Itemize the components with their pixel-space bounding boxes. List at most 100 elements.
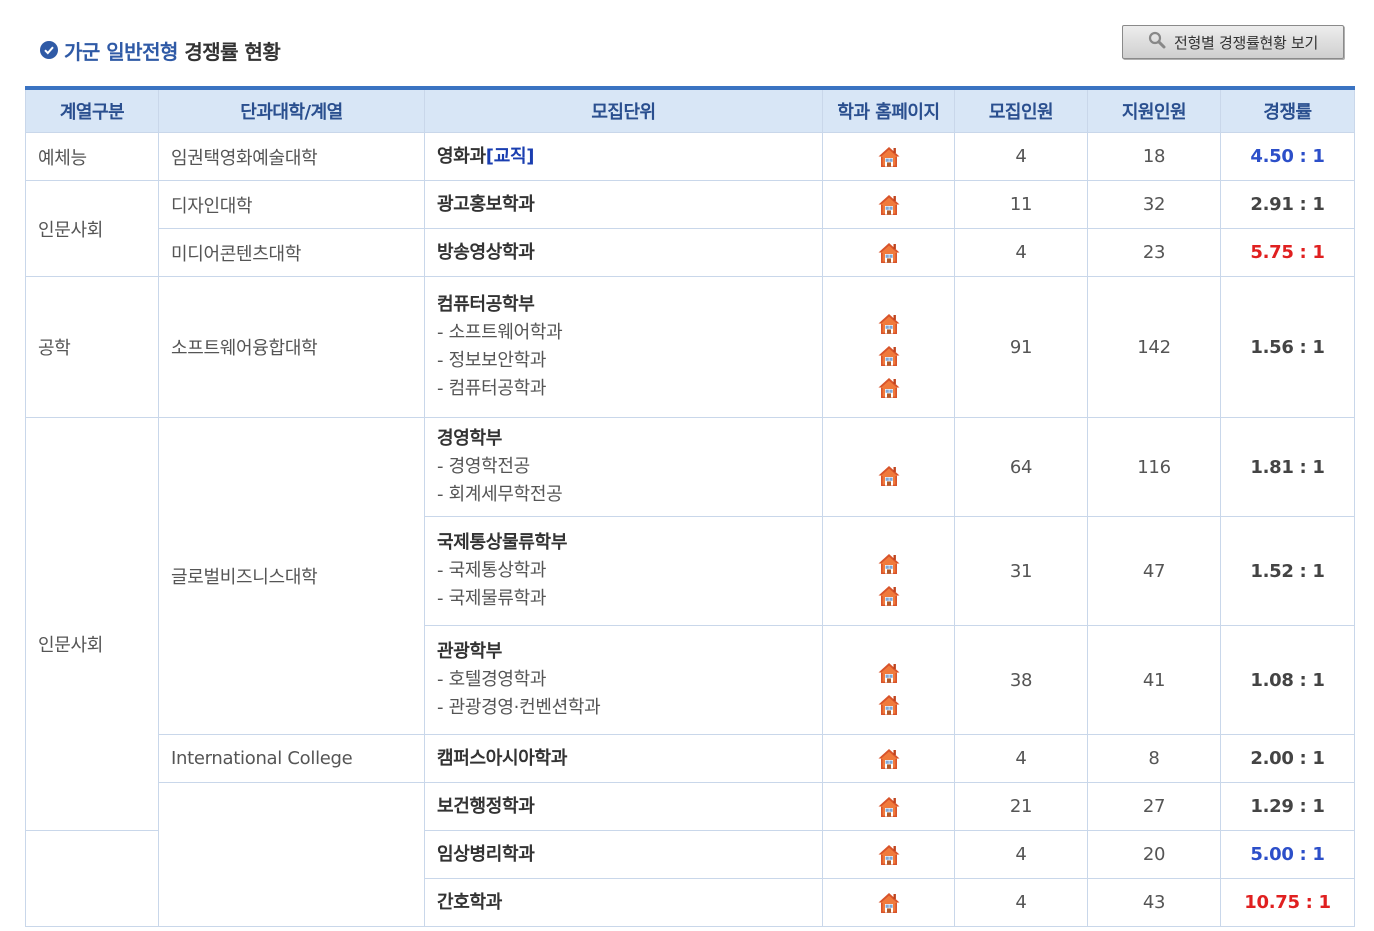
college-cell: 임권택영화예술대학 xyxy=(158,132,425,181)
unit-tag: [교직] xyxy=(485,145,535,167)
rate-cell-value: 1.29 : 1 xyxy=(1250,796,1325,817)
home-icon[interactable] xyxy=(877,344,901,368)
quota-cell-value: 38 xyxy=(1009,669,1033,691)
unit-cell: 영화과[교직] xyxy=(424,132,823,181)
sub-major: - 국제물류학과 xyxy=(437,588,547,609)
home-icon[interactable] xyxy=(877,376,901,400)
rate-cell: 1.56 : 1 xyxy=(1220,276,1355,418)
unit-cell: 임상병리학과 xyxy=(424,830,823,879)
title-status: 경쟁률 현황 xyxy=(184,39,281,64)
home-icon[interactable] xyxy=(877,193,901,217)
homepage-cell xyxy=(822,228,955,277)
rate-cell-value: 5.75 : 1 xyxy=(1250,242,1325,263)
rate-cell-value: 1.52 : 1 xyxy=(1250,560,1325,582)
sub-major: - 경영학전공 xyxy=(437,456,530,477)
col-header-rate: 경쟁률 xyxy=(1220,87,1355,133)
home-icon[interactable] xyxy=(877,843,901,867)
rate-cell: 4.50 : 1 xyxy=(1220,132,1355,181)
quota-cell: 4 xyxy=(954,878,1088,927)
applicants-cell-value: 116 xyxy=(1137,456,1171,478)
unit-name: 컴퓨터공학부 xyxy=(437,294,535,315)
applicants-cell: 47 xyxy=(1087,516,1221,626)
table-row: 공학 소프트웨어융합대학 컴퓨터공학부 - 소프트웨어학과 - 정보보안학과 - 컴퓨터공… xyxy=(25,276,1355,418)
home-icon[interactable] xyxy=(877,891,901,915)
col-header-unit: 모집단위 xyxy=(424,87,823,133)
unit-name: 국제통상물류학부 xyxy=(437,532,568,553)
home-icon[interactable] xyxy=(877,795,901,819)
applicants-cell: 43 xyxy=(1087,878,1221,927)
unit-name: 관광학부 xyxy=(437,641,503,662)
col-header-homepage: 학과 홈페이지 xyxy=(822,87,955,133)
rate-cell: 1.81 : 1 xyxy=(1220,417,1355,517)
applicants-cell: 18 xyxy=(1087,132,1221,181)
category-cell: 인문사회 xyxy=(25,417,159,831)
category-cell: 공학 xyxy=(25,276,159,418)
quota-cell-value: 31 xyxy=(1009,560,1033,582)
home-icon[interactable] xyxy=(877,312,901,336)
college-cell: 디자인대학 xyxy=(158,180,425,229)
category-cell: 인문사회 xyxy=(25,180,159,277)
applicants-cell-value: 8 xyxy=(1148,748,1160,769)
rate-cell: 2.91 : 1 xyxy=(1220,180,1355,229)
homepage-cell xyxy=(822,782,955,831)
college-cell: 소프트웨어융합대학 xyxy=(158,276,425,418)
unit-name: 간호학과 xyxy=(437,891,503,913)
quota-cell: 4 xyxy=(954,132,1088,181)
unit-cell: 방송영상학과 xyxy=(424,228,823,277)
college-cell xyxy=(158,782,425,927)
home-icon[interactable] xyxy=(877,584,901,608)
homepage-cell xyxy=(822,516,955,626)
unit-cell: 보건행정학과 xyxy=(424,782,823,831)
homepage-cell xyxy=(822,625,955,735)
title-exam-type: 가군 일반전형 xyxy=(64,39,178,64)
applicants-cell: 20 xyxy=(1087,830,1221,879)
home-icon[interactable] xyxy=(877,661,901,685)
unit-name: 캠퍼스아시아학과 xyxy=(437,747,568,769)
category-cell: 예체능 xyxy=(25,132,159,181)
table-row: 미디어콘텐츠대학 방송영상학과 4 23 5.75 : 1 xyxy=(26,228,1355,277)
unit-cell: 경영학부 - 경영학전공 - 회계세무학전공 xyxy=(424,417,823,517)
sub-major: - 관광경영·컨벤션학과 xyxy=(437,697,601,718)
applicants-cell: 8 xyxy=(1087,734,1221,783)
applicants-cell: 27 xyxy=(1087,782,1221,831)
rate-cell-value: 2.91 : 1 xyxy=(1250,194,1325,215)
quota-cell: 4 xyxy=(954,228,1088,277)
quota-cell: 38 xyxy=(954,625,1088,735)
quota-cell-value: 4 xyxy=(1015,844,1027,865)
home-icon[interactable] xyxy=(877,145,901,169)
rate-cell: 5.00 : 1 xyxy=(1220,830,1355,879)
quota-cell: 91 xyxy=(954,276,1088,418)
applicants-cell: 41 xyxy=(1087,625,1221,735)
rate-cell-value: 10.75 : 1 xyxy=(1244,892,1331,913)
quota-cell-value: 4 xyxy=(1015,892,1027,913)
quota-cell-value: 21 xyxy=(1009,796,1033,817)
unit-name: 방송영상학과 xyxy=(437,241,535,263)
sub-major: - 호텔경영학과 xyxy=(437,669,547,690)
unit-name: 광고홍보학과 xyxy=(437,193,535,215)
home-icon[interactable] xyxy=(877,747,901,771)
applicants-cell-value: 47 xyxy=(1142,560,1166,582)
homepage-cell xyxy=(822,734,955,783)
quota-cell: 21 xyxy=(954,782,1088,831)
competition-rate-table: 계열구분 단과대학/계열 모집단위 학과 홈페이지 모집인원 지원인원 경쟁률 … xyxy=(25,86,1355,927)
home-icon[interactable] xyxy=(877,464,901,488)
homepage-cell xyxy=(822,417,955,517)
applicants-cell-value: 18 xyxy=(1142,146,1166,167)
quota-cell-value: 11 xyxy=(1009,194,1033,215)
rate-cell: 2.00 : 1 xyxy=(1220,734,1355,783)
college-cell: 글로벌비즈니스대학 xyxy=(158,417,425,735)
home-icon[interactable] xyxy=(877,241,901,265)
home-icon[interactable] xyxy=(877,552,901,576)
homepage-cell xyxy=(822,276,955,418)
unit-cell: 간호학과 xyxy=(424,878,823,927)
homepage-cell xyxy=(822,132,955,181)
unit-cell: 광고홍보학과 xyxy=(424,180,823,229)
view-by-type-button[interactable]: 전형별 경쟁률현황 보기 xyxy=(1122,25,1344,59)
rate-cell-value: 2.00 : 1 xyxy=(1250,748,1325,769)
col-header-quota: 모집인원 xyxy=(954,87,1088,133)
quota-cell-value: 91 xyxy=(1009,336,1033,358)
col-header-college: 단과대학/계열 xyxy=(158,87,425,133)
home-icon[interactable] xyxy=(877,693,901,717)
category-cell xyxy=(25,830,159,927)
table-row: 인문사회 디자인대학 광고홍보학과 11 32 2.91 : 1 xyxy=(25,180,1355,277)
